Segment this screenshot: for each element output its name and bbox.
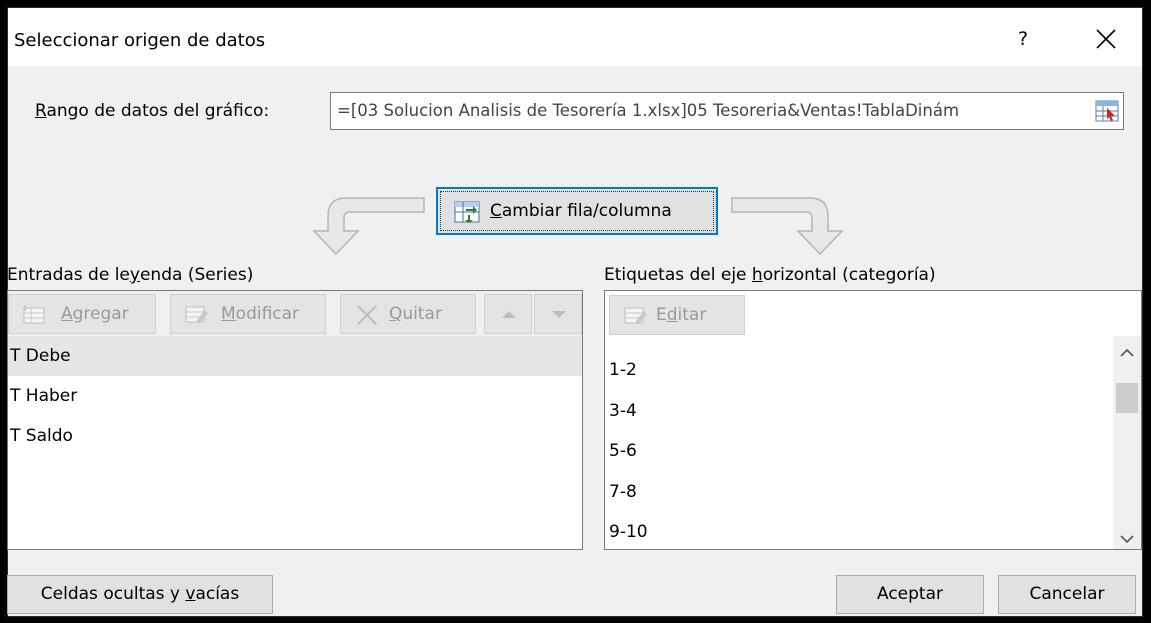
switch-row-column-button[interactable]: Cambiar fila/columna [436,187,718,235]
chart-data-range-input[interactable]: =[03 Solucion Analisis de Tesorería 1.xl… [330,92,1124,130]
series-item[interactable]: T Debe [8,336,582,376]
legend-entries-label: Entradas de leyenda (Series) [7,265,254,285]
category-item[interactable]: 5-6 [605,431,1105,472]
category-item[interactable]: 7-8 [605,472,1105,513]
move-up-button[interactable] [484,294,532,334]
category-item[interactable]: 1-2 [605,350,1105,391]
move-down-icon [552,311,566,318]
category-item[interactable]: 9-10 [605,512,1105,553]
chart-data-range-label: Rango de datos del gráfico: [35,101,270,121]
switch-row-column-label: Cambiar fila/columna [490,201,672,221]
ok-button[interactable]: Aceptar [836,575,984,614]
close-button[interactable] [1086,20,1126,58]
edit-category-icon [624,305,648,330]
select-data-source-dialog: Seleccionar origen de datos ? Rango de d… [7,7,1143,617]
category-item[interactable]: 3-4 [605,391,1105,432]
help-label: ? [1017,28,1029,50]
hidden-empty-cells-button[interactable]: Celdas ocultas y vacías [7,575,273,614]
add-series-button[interactable]: Agregar [8,294,156,334]
series-list: T Debe T Haber T Saldo [8,336,582,456]
scroll-up-icon[interactable] [1120,348,1134,358]
dialog-title: Seleccionar origen de datos [14,30,266,51]
edit-series-icon [185,304,209,329]
legend-entries-panel: Agregar Modificar Quitar T Debe T Haber … [7,290,583,550]
remove-series-icon [355,304,379,331]
horizontal-axis-labels-panel: Editar 1-2 3-4 5-6 7-8 9-10 [604,290,1142,550]
help-button[interactable]: ? [1008,22,1038,56]
chart-data-range-value[interactable]: =[03 Solucion Analisis de Tesorería 1.xl… [337,101,1077,120]
series-toolbar: Agregar Modificar Quitar [8,291,582,336]
move-up-icon [502,311,516,318]
edit-series-button[interactable]: Modificar [170,294,326,334]
remove-series-label: Quitar [389,304,442,324]
add-series-label: Agregar [61,304,129,324]
move-down-button[interactable] [534,294,582,334]
edit-series-label: Modificar [221,304,300,324]
remove-series-button[interactable]: Quitar [340,294,476,334]
add-series-icon [22,304,45,329]
swap-arrow-right-icon [731,197,844,256]
swap-arrow-left-icon [312,197,425,256]
close-icon [1096,29,1116,49]
cancel-button[interactable]: Cancelar [998,575,1136,614]
horizontal-axis-labels-label: Etiquetas del eje horizontal (categoría) [604,265,936,285]
edit-category-label: Editar [656,305,707,325]
edit-category-button[interactable]: Editar [609,295,745,335]
series-item[interactable]: T Saldo [8,416,582,456]
scroll-down-icon[interactable] [1120,534,1134,544]
category-list: 1-2 3-4 5-6 7-8 9-10 [605,350,1105,553]
title-bar: Seleccionar origen de datos ? [8,8,1142,66]
scroll-thumb[interactable] [1116,383,1138,413]
category-toolbar: Editar [605,291,1141,336]
series-item[interactable]: T Haber [8,376,582,416]
switch-row-column-icon [454,201,480,228]
range-picker-icon[interactable] [1095,99,1119,123]
category-scrollbar[interactable] [1113,336,1141,549]
